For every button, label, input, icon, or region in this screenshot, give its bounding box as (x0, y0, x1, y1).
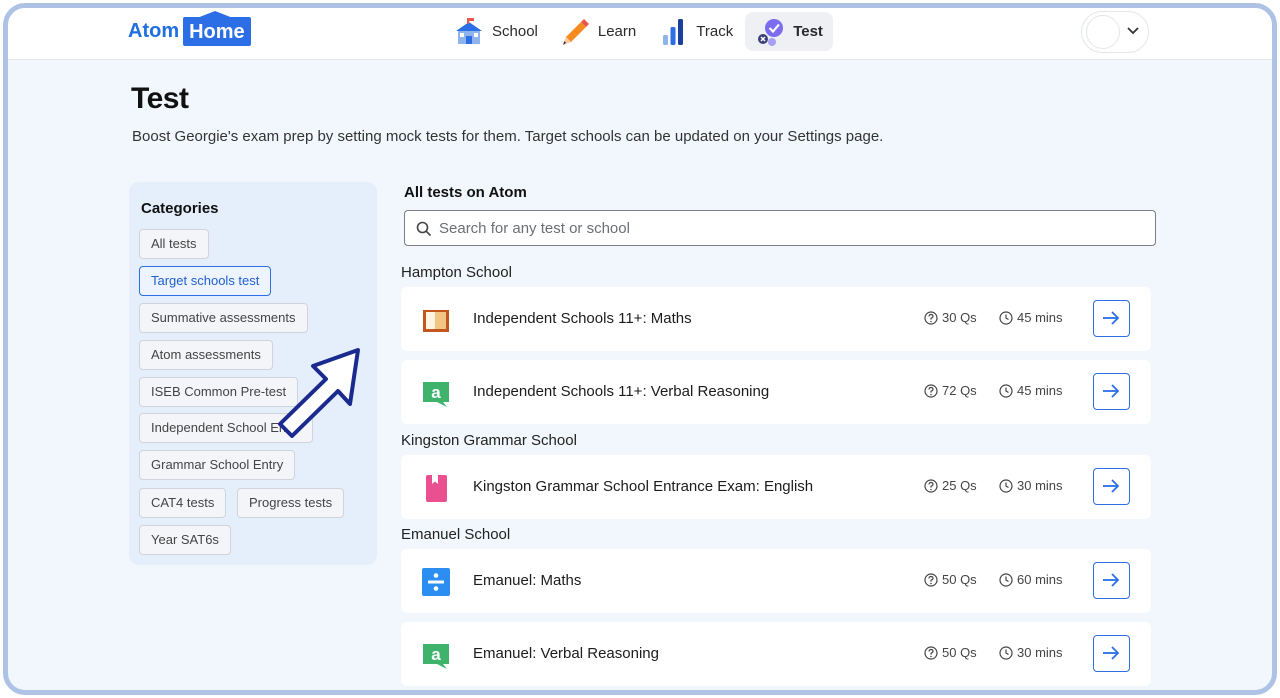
category-grammar-school-entry[interactable]: Grammar School Entry (139, 450, 296, 480)
test-card[interactable]: Emanuel: Maths 50 Qs 60 mins (401, 549, 1151, 613)
page-description: Boost Georgie's exam prep by setting moc… (132, 128, 884, 145)
duration: 30 mins (999, 478, 1063, 493)
category-progress-tests[interactable]: Progress tests (237, 488, 345, 518)
avatar (1086, 15, 1120, 49)
test-card[interactable]: a Emanuel: Verbal Reasoning 50 Qs 30 min… (401, 622, 1151, 686)
open-test-button[interactable] (1093, 562, 1130, 599)
search-input[interactable] (439, 217, 1139, 239)
categories-title: Categories (141, 200, 219, 217)
category-atom-assessments[interactable]: Atom assessments (139, 340, 273, 370)
question-count: 50 Qs (924, 645, 977, 660)
bookmark-book-icon (426, 475, 447, 502)
nav-test-label: Test (793, 23, 823, 40)
arrow-right-icon (1103, 479, 1120, 493)
annotation-arrow-icon (278, 348, 360, 438)
school-icon (456, 17, 482, 44)
question-circle-icon (924, 572, 938, 587)
clock-icon (999, 478, 1013, 493)
school-group-label: Kingston Grammar School (401, 432, 577, 449)
category-target-schools-test[interactable]: Target schools test (139, 266, 272, 296)
book-icon (423, 310, 449, 332)
chevron-down-icon (1127, 27, 1139, 35)
clock-icon (999, 310, 1013, 325)
question-count: 30 Qs (924, 310, 977, 325)
category-year-sat6s[interactable]: Year SAT6s (139, 525, 231, 555)
open-test-button[interactable] (1093, 468, 1130, 505)
logo-atom-text: Atom (128, 20, 180, 42)
arrow-right-icon (1103, 384, 1120, 398)
test-name: Independent Schools 11+: Maths (473, 310, 692, 327)
nav-school-label: School (492, 23, 538, 40)
clock-icon (999, 383, 1013, 398)
nav-track[interactable]: Track (648, 12, 743, 51)
nav-school[interactable]: School (444, 12, 548, 51)
duration: 45 mins (999, 310, 1063, 325)
school-group-label: Hampton School (401, 264, 512, 281)
open-test-button[interactable] (1093, 373, 1130, 410)
nav-test[interactable]: Test (745, 12, 833, 51)
top-navigation-bar: Atom Home School Learn Track Test (8, 8, 1272, 60)
atom-home-logo[interactable]: Atom Home (128, 11, 251, 46)
question-count: 50 Qs (924, 572, 977, 587)
duration: 45 mins (999, 383, 1063, 398)
test-name: Emanuel: Maths (473, 572, 582, 589)
question-circle-icon (924, 383, 938, 398)
test-name: Emanuel: Verbal Reasoning (473, 645, 659, 662)
clock-icon (999, 572, 1013, 587)
bar-chart-icon (663, 18, 684, 45)
results-title: All tests on Atom (404, 184, 527, 201)
nav-track-label: Track (696, 23, 734, 40)
school-group-label: Emanuel School (401, 526, 511, 543)
category-summative-assessments[interactable]: Summative assessments (139, 303, 308, 333)
search-icon (416, 221, 432, 237)
duration: 30 mins (999, 645, 1063, 660)
test-card[interactable]: Independent Schools 11+: Maths 30 Qs 45 … (401, 287, 1151, 351)
search-box (404, 210, 1156, 246)
test-card[interactable]: a Independent Schools 11+: Verbal Reason… (401, 360, 1151, 424)
open-test-button[interactable] (1093, 635, 1130, 672)
question-circle-icon (924, 478, 938, 493)
letter-a-icon: a (423, 382, 449, 407)
profile-menu-button[interactable] (1081, 11, 1149, 53)
svg-text:a: a (431, 383, 441, 402)
letter-a-icon: a (423, 644, 449, 669)
logo-home-text: Home (183, 11, 251, 46)
category-iseb-common-pre-test[interactable]: ISEB Common Pre-test (139, 377, 299, 407)
pencil-icon (562, 18, 589, 45)
clock-icon (999, 645, 1013, 660)
test-name: Kingston Grammar School Entrance Exam: E… (473, 478, 814, 495)
nav-learn[interactable]: Learn (550, 12, 646, 51)
question-count: 25 Qs (924, 478, 977, 493)
open-test-button[interactable] (1093, 300, 1130, 337)
nav-learn-label: Learn (597, 23, 637, 40)
duration: 60 mins (999, 572, 1063, 587)
svg-text:a: a (431, 645, 441, 664)
divide-icon (422, 568, 450, 596)
arrow-right-icon (1103, 311, 1120, 325)
question-circle-icon (924, 645, 938, 660)
question-count: 72 Qs (924, 383, 977, 398)
test-check-icon (758, 18, 784, 46)
category-all-tests[interactable]: All tests (139, 229, 209, 259)
question-circle-icon (924, 310, 938, 325)
test-card[interactable]: Kingston Grammar School Entrance Exam: E… (401, 455, 1151, 519)
main-nav: School Learn Track Test (444, 12, 835, 51)
arrow-right-icon (1103, 646, 1120, 660)
category-cat4-tests[interactable]: CAT4 tests (139, 488, 227, 518)
app-frame: Atom Home School Learn Track Test Test B… (3, 3, 1277, 695)
test-name: Independent Schools 11+: Verbal Reasonin… (473, 383, 770, 400)
arrow-right-icon (1103, 573, 1120, 587)
page-title: Test (131, 82, 189, 115)
